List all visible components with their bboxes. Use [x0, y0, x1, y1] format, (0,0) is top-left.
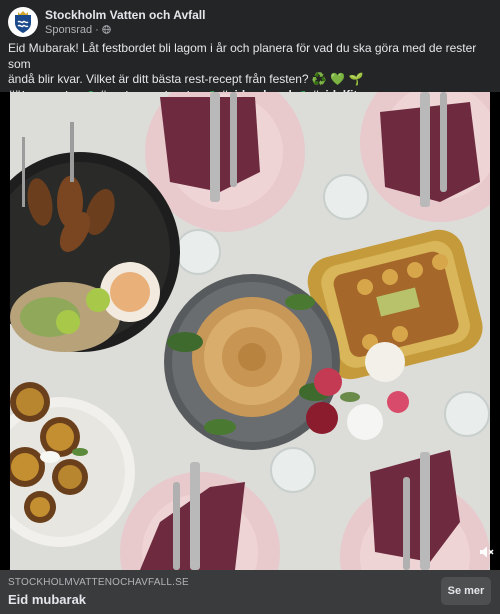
- page-name-link[interactable]: Stockholm Vatten och Avfall: [45, 8, 205, 23]
- sponsored-post: Stockholm Vatten och Avfall Sponsrad · E…: [0, 0, 500, 614]
- link-preview[interactable]: STOCKHOLMVATTENOCHAVFALL.SE Eid mubarak …: [0, 570, 500, 614]
- separator-dot: ·: [95, 23, 99, 36]
- speaker-muted-icon[interactable]: [478, 544, 494, 560]
- see-more-button[interactable]: Se mer: [441, 577, 491, 605]
- shield-crown-logo-icon: [15, 11, 31, 33]
- page-avatar[interactable]: [8, 7, 38, 37]
- food-table-photo: [10, 92, 490, 570]
- link-title[interactable]: Eid mubarak: [8, 592, 86, 607]
- link-domain: STOCKHOLMVATTENOCHAVFALL.SE: [8, 577, 189, 588]
- sponsored-row: Sponsrad ·: [45, 23, 205, 37]
- post-header: Stockholm Vatten och Avfall Sponsrad ·: [8, 4, 492, 40]
- globe-icon: [102, 25, 111, 34]
- caption-line-1: Eid Mubarak! Låt festbordet bli lagom i …: [8, 41, 477, 71]
- post-media-video[interactable]: [0, 92, 500, 570]
- caption-line-2: ändå blir kvar. Vilket är ditt bästa res…: [8, 72, 364, 86]
- sponsored-label[interactable]: Sponsrad: [45, 23, 92, 37]
